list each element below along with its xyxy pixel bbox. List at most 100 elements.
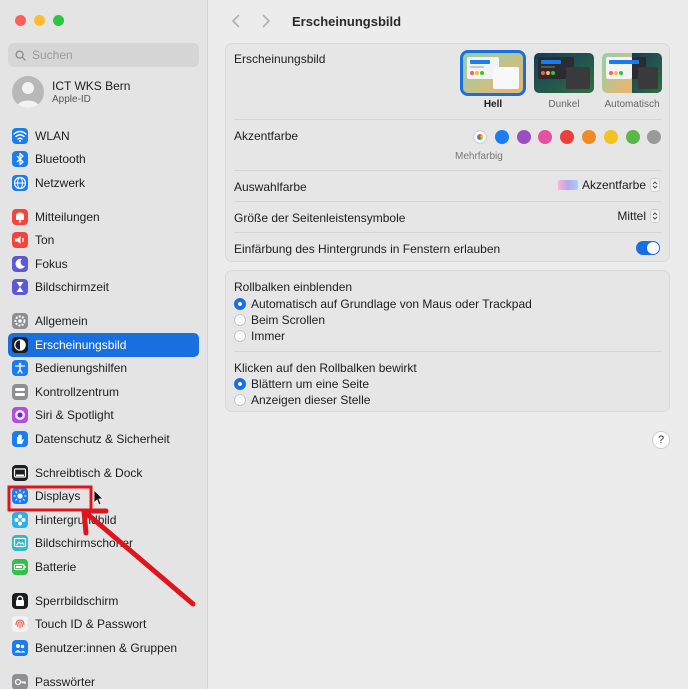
highlight-color-popup[interactable]: Akzentfarbe <box>557 178 660 192</box>
window-controls <box>15 15 64 26</box>
appearance-option-label: Automatisch <box>604 99 660 110</box>
minimize-button[interactable] <box>34 15 45 26</box>
appearance-option-light[interactable]: Hell <box>460 50 526 110</box>
accessibility-icon <box>12 360 28 377</box>
sidebar-item-benutzer-innen-gruppen[interactable]: Benutzer:innen & Gruppen <box>8 636 199 660</box>
moon-icon <box>12 255 28 272</box>
radio-button[interactable] <box>234 378 246 390</box>
sidebar-item-hintergrundbild[interactable]: Hintergrundbild <box>8 508 199 532</box>
accent-swatch[interactable] <box>625 130 640 144</box>
dark-mode-thumbnail[interactable] <box>534 53 594 93</box>
wallpaper-tint-label: Einfärbung des Hintergrunds in Fenstern … <box>234 242 501 256</box>
sidebar-item-fokus[interactable]: Fokus <box>8 252 199 276</box>
sidebar-item-schreibtisch-dock[interactable]: Schreibtisch & Dock <box>8 461 199 485</box>
radio-button[interactable] <box>234 330 246 342</box>
sidebar-item-mitteilungen[interactable]: Mitteilungen <box>8 205 199 229</box>
scroll-click-option-page[interactable]: Blättern um eine Seite <box>234 377 369 391</box>
sidebar-item-kontrollzentrum[interactable]: Kontrollzentrum <box>8 380 199 404</box>
sidebar-item-displays[interactable]: Displays <box>8 485 199 509</box>
sidebar-item-label: Sperrbildschirm <box>35 593 119 608</box>
sidebar-group-separator <box>8 299 199 310</box>
chevron-right-icon <box>262 14 270 28</box>
scrollbar-settings-group: Rollbalken einblenden Automatisch auf Gr… <box>225 270 670 412</box>
back-button[interactable] <box>228 13 244 29</box>
sidebar-icon-size-value: Mittel <box>617 209 646 223</box>
main-pane: Erscheinungsbild Erscheinungsbild Hell D… <box>208 0 688 689</box>
sidebar-item-bildschirmschoner[interactable]: Bildschirmschoner <box>8 532 199 556</box>
auto-mode-thumbnail[interactable] <box>602 53 662 93</box>
sidebar-item-label: Touch ID & Passwort <box>35 617 147 632</box>
sidebar-item-touch-id-passwort[interactable]: Touch ID & Passwort <box>8 613 199 637</box>
radio-button[interactable] <box>234 314 246 326</box>
siri-icon <box>12 407 28 424</box>
search-input[interactable] <box>32 48 182 62</box>
wifi-icon <box>12 127 28 144</box>
sidebar-item-label: Netzwerk <box>35 175 86 190</box>
sidebar-item-passwörter[interactable]: Passwörter <box>8 670 199 689</box>
speaker-icon <box>12 232 28 249</box>
accent-swatch[interactable] <box>603 130 618 144</box>
sidebar-item-label: Benutzer:innen & Gruppen <box>35 640 178 655</box>
sidebar-item-datenschutz-sicherheit[interactable]: Datenschutz & Sicherheit <box>8 427 199 451</box>
sidebar-group-separator <box>8 451 199 462</box>
accent-swatch-multicolor[interactable] <box>473 130 487 144</box>
radio-label: Anzeigen dieser Stelle <box>251 393 371 407</box>
accent-swatch[interactable] <box>582 130 596 144</box>
sidebar-nav: WLAN Bluetooth Netzwerk Mitteilungen Ton Foku… <box>8 124 199 689</box>
sidebar-group-separator <box>8 579 199 590</box>
sidebar-item-siri-spotlight[interactable]: Siri & Spotlight <box>8 404 199 428</box>
help-button[interactable]: ? <box>652 431 670 449</box>
divider <box>234 119 661 120</box>
sidebar-item-bedienungshilfen[interactable]: Bedienungshilfen <box>8 357 199 381</box>
divider <box>234 351 661 352</box>
close-button[interactable] <box>15 15 26 26</box>
sidebar-item-allgemein[interactable]: Allgemein <box>8 310 199 334</box>
search-field[interactable] <box>8 43 199 67</box>
apple-id-account[interactable]: ICT WKS Bern Apple-ID <box>12 76 130 108</box>
page-title: Erscheinungsbild <box>292 13 402 29</box>
sidebar-item-sperrbildschirm[interactable]: Sperrbildschirm <box>8 589 199 613</box>
sidebar-item-wlan[interactable]: WLAN <box>8 124 199 148</box>
radio-button[interactable] <box>234 394 246 406</box>
battery-icon <box>12 558 28 575</box>
sidebar-item-ton[interactable]: Ton <box>8 229 199 253</box>
sidebar-item-label: Siri & Spotlight <box>35 408 114 423</box>
scrollbars-option-always[interactable]: Immer <box>234 329 285 343</box>
accent-color-label: Akzentfarbe <box>234 129 299 143</box>
light-mode-thumbnail[interactable] <box>460 50 526 96</box>
sidebar-item-bildschirmzeit[interactable]: Bildschirmzeit <box>8 276 199 300</box>
chevron-updown-icon <box>650 209 660 223</box>
forward-button[interactable] <box>258 13 274 29</box>
fingerprint-icon <box>12 616 28 633</box>
sidebar-item-netzwerk[interactable]: Netzwerk <box>8 171 199 195</box>
sidebar-item-bluetooth[interactable]: Bluetooth <box>8 148 199 172</box>
sidebar-item-erscheinungsbild[interactable]: Erscheinungsbild <box>8 333 199 357</box>
scrollbars-option-scrolling[interactable]: Beim Scrollen <box>234 313 325 327</box>
scroll-click-option-spot[interactable]: Anzeigen dieser Stelle <box>234 393 370 407</box>
sidebar-icon-size-popup[interactable]: Mittel <box>617 209 660 223</box>
scrollbars-option-auto[interactable]: Automatisch auf Grundlage von Maus oder … <box>234 297 532 311</box>
sidebar-item-label: Fokus <box>35 256 68 271</box>
appearance-label: Erscheinungsbild <box>234 52 326 66</box>
radio-label: Beim Scrollen <box>251 313 326 327</box>
radio-button[interactable] <box>234 298 246 310</box>
sidebar-item-label: Displays <box>35 489 81 504</box>
accent-swatch[interactable] <box>494 130 509 144</box>
highlight-color-label: Auswahlfarbe <box>234 180 307 194</box>
sidebar-item-label: Bedienungshilfen <box>35 361 128 376</box>
appearance-option-auto[interactable]: Automatisch <box>602 53 662 110</box>
hand-icon <box>12 430 28 447</box>
highlight-color-value: Akzentfarbe <box>581 178 646 192</box>
sidebar-item-label: Datenschutz & Sicherheit <box>35 431 170 446</box>
chevron-updown-icon <box>650 178 660 192</box>
accent-swatch[interactable] <box>516 130 531 144</box>
sidebar-item-label: Batterie <box>35 559 77 574</box>
zoom-button[interactable] <box>53 15 64 26</box>
appearance-option-dark[interactable]: Dunkel <box>534 53 594 110</box>
wallpaper-tint-toggle[interactable] <box>636 241 660 255</box>
gear-icon <box>12 313 28 330</box>
sidebar-item-label: Erscheinungsbild <box>35 337 127 352</box>
sidebar-item-batterie[interactable]: Batterie <box>8 555 199 579</box>
sidebar-icon-size-label: Größe der Seitenleistensymbole <box>234 211 406 225</box>
person-icon <box>16 82 40 108</box>
